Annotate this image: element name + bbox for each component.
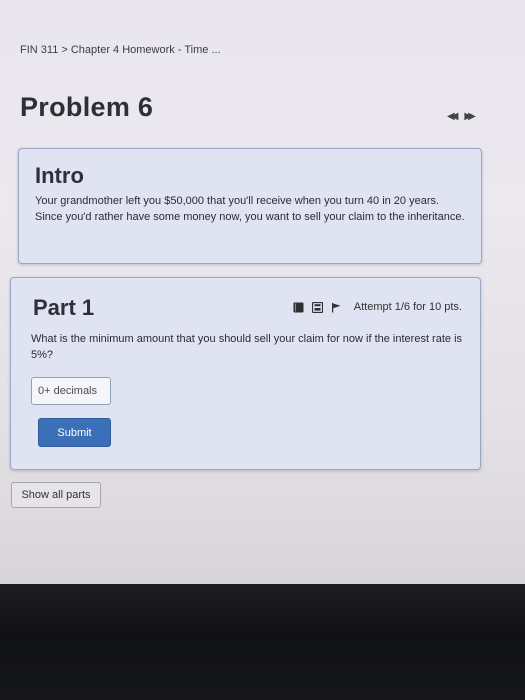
double-left-arrow-icon[interactable]: ◀◀ [447,112,459,122]
intro-card: Intro Your grandmother left you $50,000 … [18,148,482,264]
attempt-status: Attempt 1/6 for 10 pts. [353,301,462,313]
intro-text: Your grandmother left you $50,000 that y… [35,195,465,223]
book-icon[interactable] [293,302,304,313]
submit-button[interactable]: Submit [38,418,111,447]
flag-icon[interactable] [331,302,342,313]
homework-page: FIN 311 > Chapter 4 Homework - Time ... … [0,0,525,588]
device-bezel [0,584,525,700]
answer-input[interactable] [31,377,111,405]
part-title: Part 1 [33,295,95,320]
double-right-arrow-icon[interactable]: ▶▶ [464,112,476,122]
part-card: Part 1 Attempt 1/6 for 10 pts. What is t… [10,277,481,470]
breadcrumb[interactable]: FIN 311 > Chapter 4 Homework - Time ... [20,44,221,56]
part-toolbar: Attempt 1/6 for 10 pts. [293,301,462,313]
show-all-parts-button[interactable]: Show all parts [11,482,101,508]
page-title: Problem 6 [20,92,154,122]
problem-navigation: ◀◀ ▶▶ [447,112,476,122]
calculator-icon[interactable] [311,301,323,313]
intro-title: Intro [35,163,84,188]
question-text: What is the minimum amount that you shou… [31,333,463,361]
